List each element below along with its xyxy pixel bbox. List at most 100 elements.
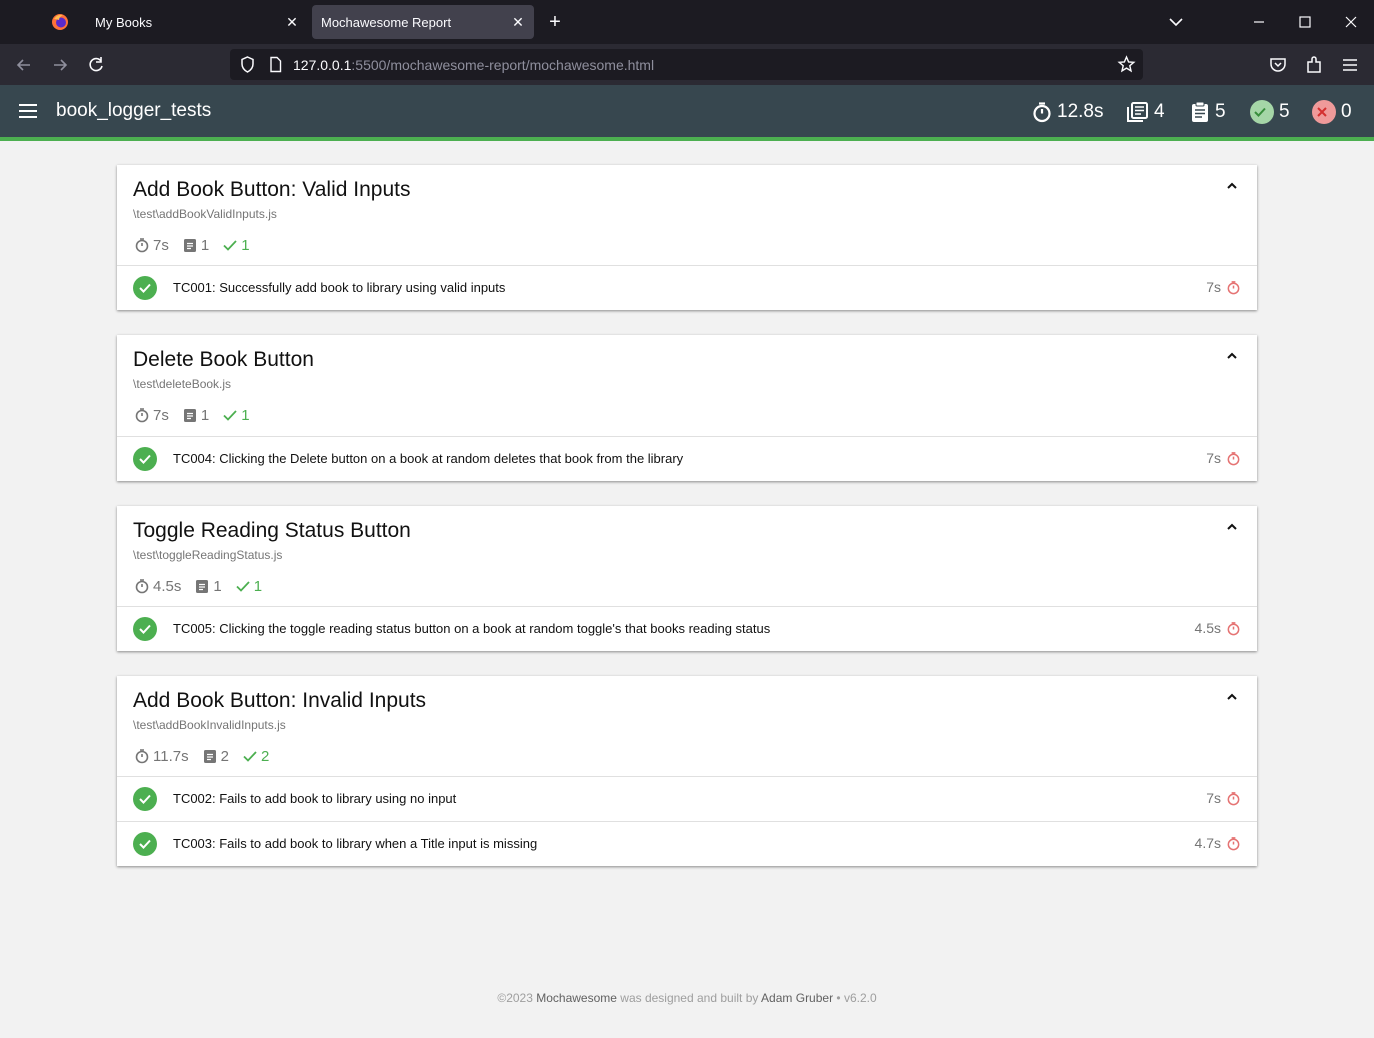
test-title: TC002: Fails to add book to library usin… <box>173 791 457 806</box>
chevron-up-icon[interactable] <box>1225 690 1239 704</box>
suite-stats: 7s 1 1 <box>134 405 263 425</box>
suite-card: Add Book Button: Valid Inputs \test\addB… <box>117 165 1257 310</box>
check-icon <box>236 581 250 592</box>
test-duration: 4.7s <box>1195 835 1241 851</box>
test-row[interactable]: TC003: Fails to add book to library when… <box>117 821 1257 866</box>
tab-my-books[interactable]: My Books ✕ <box>86 5 308 39</box>
suite-test-count-value: 1 <box>200 406 210 424</box>
tests-icon <box>196 580 209 593</box>
close-tab-icon[interactable]: ✕ <box>284 14 300 30</box>
app-menu-icon[interactable] <box>1339 54 1361 76</box>
suite-title: Add Book Button: Valid Inputs <box>133 178 411 201</box>
suite-card: Delete Book Button \test\deleteBook.js 7… <box>117 335 1257 481</box>
stat-duration-value: 12.8s <box>1057 101 1104 122</box>
report-title: book_logger_tests <box>56 100 212 121</box>
test-title: TC004: Clicking the Delete button on a b… <box>173 451 684 466</box>
suite-test-count: 1 <box>182 237 209 254</box>
url-host: 127.0.0.1 <box>293 57 352 73</box>
pass-circle-icon <box>1250 100 1274 124</box>
timer-icon <box>1033 102 1051 123</box>
footer-version: • v6.2.0 <box>833 991 877 1005</box>
suite-title: Delete Book Button <box>133 348 314 371</box>
suite-duration: 11.7s <box>134 748 189 765</box>
suite-pass-count-value: 1 <box>241 236 250 254</box>
suite-duration: 4.5s <box>134 578 181 595</box>
pass-check-icon <box>133 447 157 471</box>
check-icon <box>223 410 237 421</box>
test-title: TC003: Fails to add book to library when… <box>173 836 538 851</box>
new-tab-icon[interactable]: + <box>545 12 565 32</box>
check-icon <box>243 751 257 762</box>
test-title: TC001: Successfully add book to library … <box>173 280 506 295</box>
timer-icon <box>135 579 149 594</box>
stat-suites[interactable]: 4 <box>1126 98 1165 126</box>
tab-mochawesome-report[interactable]: Mochawesome Report ✕ <box>312 5 534 39</box>
suite-test-count: 2 <box>202 748 229 765</box>
url-path: :5500/mochawesome-report/mochawesome.htm… <box>351 57 655 73</box>
reload-icon[interactable] <box>85 54 107 76</box>
bookmark-star-icon[interactable] <box>1117 55 1136 74</box>
check-icon <box>223 240 237 251</box>
suite-card: Toggle Reading Status Button \test\toggl… <box>117 506 1257 651</box>
footer-brand-link[interactable]: Mochawesome <box>536 991 617 1005</box>
stat-failures-value: 0 <box>1341 101 1352 122</box>
report-footer: ©2023 Mochawesome was designed and built… <box>0 991 1374 1005</box>
pocket-icon[interactable] <box>1267 54 1289 76</box>
suite-test-count-value: 1 <box>200 236 210 254</box>
chevron-up-icon[interactable] <box>1225 349 1239 363</box>
tests-icon <box>183 409 196 422</box>
list-all-tabs-icon[interactable] <box>1166 12 1186 32</box>
back-icon[interactable] <box>13 54 35 76</box>
footer-text: was designed and built by <box>616 991 762 1005</box>
fail-circle-icon <box>1312 100 1336 124</box>
browser-tab-bar: My Books ✕ Mochawesome Report ✕ + <box>0 0 1374 44</box>
suite-duration-value: 11.7s <box>153 747 189 765</box>
suite-pass-count-value: 1 <box>253 577 263 595</box>
maximize-icon[interactable] <box>1295 12 1315 32</box>
page-icon[interactable] <box>266 55 285 74</box>
close-tab-icon[interactable]: ✕ <box>510 14 526 30</box>
tests-icon <box>1192 101 1208 122</box>
suite-pass-count-value: 2 <box>260 747 270 765</box>
test-duration: 7s <box>1206 790 1241 806</box>
suite-test-count: 1 <box>194 578 222 595</box>
test-duration-value: 4.5s <box>1194 620 1221 636</box>
suite-stats: 4.5s 1 1 <box>134 576 275 596</box>
suite-file-path: \test\addBookValidInputs.js <box>133 207 277 221</box>
test-duration-value: 4.7s <box>1194 835 1221 851</box>
menu-icon[interactable] <box>18 103 38 119</box>
pass-check-icon <box>133 787 157 811</box>
extensions-icon[interactable] <box>1303 54 1325 76</box>
test-duration: 7s <box>1206 279 1241 295</box>
stat-tests[interactable]: 5 <box>1189 98 1226 126</box>
suite-test-count: 1 <box>182 407 209 424</box>
url-text: 127.0.0.1:5500/mochawesome-report/mochaw… <box>293 57 654 73</box>
chevron-up-icon[interactable] <box>1225 520 1239 534</box>
close-window-icon[interactable] <box>1341 12 1361 32</box>
test-row[interactable]: TC004: Clicking the Delete button on a b… <box>117 436 1257 481</box>
suite-title: Toggle Reading Status Button <box>133 519 411 542</box>
suite-file-path: \test\addBookInvalidInputs.js <box>133 718 286 732</box>
suite-pass-count: 1 <box>222 407 250 424</box>
report-header: book_logger_tests 12.8s 4 5 5 0 <box>0 85 1374 141</box>
shield-icon[interactable] <box>238 55 257 74</box>
test-row[interactable]: TC001: Successfully add book to library … <box>117 265 1257 310</box>
footer-author-link[interactable]: Adam Gruber <box>761 991 833 1005</box>
address-bar[interactable]: 127.0.0.1:5500/mochawesome-report/mochaw… <box>230 49 1143 80</box>
forward-icon[interactable] <box>49 54 71 76</box>
suite-pass-count: 1 <box>235 578 262 595</box>
stat-duration: 12.8s <box>1031 98 1103 126</box>
minimize-icon[interactable] <box>1249 12 1269 32</box>
suite-card: Add Book Button: Invalid Inputs \test\ad… <box>117 676 1257 866</box>
test-row[interactable]: TC005: Clicking the toggle reading statu… <box>117 606 1257 651</box>
test-duration-value: 7s <box>1206 790 1221 806</box>
chevron-up-icon[interactable] <box>1225 179 1239 193</box>
suite-title: Add Book Button: Invalid Inputs <box>133 689 427 712</box>
suite-pass-count: 1 <box>222 236 250 254</box>
suites-icon <box>1127 102 1148 122</box>
stat-passes[interactable]: 5 <box>1250 98 1290 126</box>
browser-navigation-bar: 127.0.0.1:5500/mochawesome-report/mochaw… <box>0 44 1374 85</box>
test-row[interactable]: TC002: Fails to add book to library usin… <box>117 776 1257 821</box>
stat-failures[interactable]: 0 <box>1312 98 1352 126</box>
firefox-icon[interactable] <box>51 13 69 31</box>
